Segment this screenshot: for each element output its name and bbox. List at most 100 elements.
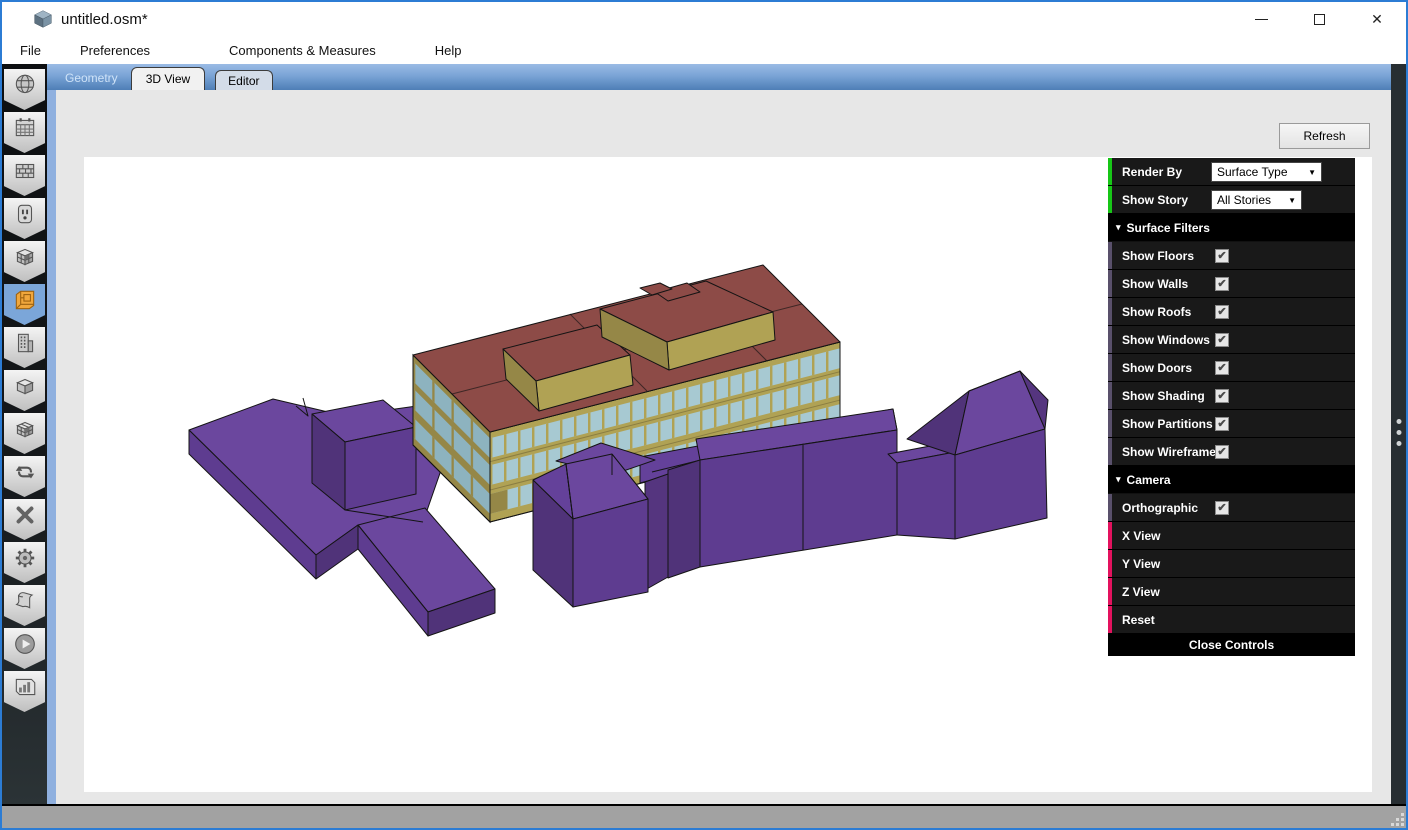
menu-file[interactable]: File (8, 39, 53, 62)
sidebar-tab-site[interactable] (4, 69, 45, 110)
show-story-select[interactable]: All Stories ▼ (1211, 190, 1302, 210)
sidebar-tab-output-variables[interactable] (4, 499, 45, 540)
title-bar: untitled.osm* ✕ (2, 2, 1406, 36)
show-partitions-label: Show Partitions (1122, 417, 1213, 431)
tab-geometry[interactable]: Geometry (55, 71, 128, 90)
x-icon (12, 502, 38, 528)
row-accent-stripe (1108, 410, 1112, 437)
refresh-button[interactable]: Refresh (1279, 123, 1370, 149)
maximize-button[interactable] (1290, 2, 1348, 36)
scroll-icon (12, 588, 38, 614)
row-accent-stripe (1108, 186, 1112, 213)
building-icon (12, 330, 38, 356)
y-view-label: Y View (1122, 557, 1160, 571)
sidebar-tab-hvac-systems[interactable] (4, 456, 45, 497)
row-accent-stripe (1108, 494, 1112, 521)
show-roofs-label: Show Roofs (1122, 305, 1191, 319)
box-icon (12, 373, 38, 399)
row-accent-stripe (1108, 298, 1112, 325)
check-icon: ✔ (1217, 391, 1226, 402)
menu-preferences[interactable]: Preferences (68, 39, 162, 62)
app-window: untitled.osm* ✕ File Preferences Compone… (0, 0, 1408, 830)
check-icon: ✔ (1217, 419, 1226, 430)
orthographic-label: Orthographic (1122, 501, 1198, 515)
minimize-button[interactable] (1232, 2, 1290, 36)
orthographic-checkbox[interactable]: ✔ (1215, 501, 1229, 515)
outlet-icon (12, 201, 38, 227)
row-accent-stripe (1108, 270, 1112, 297)
render-by-label: Render By (1122, 165, 1182, 179)
resize-grip-icon[interactable] (1390, 812, 1404, 826)
globe-icon (12, 72, 38, 98)
check-icon: ✔ (1217, 447, 1226, 458)
sidebar-tab-space-types[interactable] (4, 241, 45, 282)
z-view-button[interactable]: Z View (1108, 578, 1355, 606)
row-accent-stripe (1108, 438, 1112, 465)
sidebar-tab-schedules[interactable] (4, 112, 45, 153)
tab-3d-view[interactable]: 3D View (131, 67, 205, 90)
render-by-row: Render By Surface Type ▼ (1108, 158, 1355, 186)
sidebar-tab-facility[interactable] (4, 327, 45, 368)
content-area: Refresh (56, 90, 1391, 804)
sidebar-tab-constructions[interactable] (4, 155, 45, 196)
show-partitions-row: Show Partitions ✔ (1108, 410, 1355, 438)
sidebar-tab-simulation-settings[interactable] (4, 542, 45, 583)
maximize-icon (1314, 14, 1325, 25)
x-view-button[interactable]: X View (1108, 522, 1355, 550)
show-story-value: All Stories (1217, 193, 1271, 207)
show-windows-checkbox[interactable]: ✔ (1215, 333, 1229, 347)
show-floors-label: Show Floors (1122, 249, 1194, 263)
close-icon: ✕ (1371, 11, 1383, 28)
sidebar-tab-measures[interactable] (4, 585, 45, 626)
surface-filters-title: Surface Filters (1127, 221, 1210, 235)
app-cube-icon (33, 9, 53, 29)
sidebar-tab-thermal-zones[interactable] (4, 413, 45, 454)
show-floors-checkbox[interactable]: ✔ (1215, 249, 1229, 263)
close-button[interactable]: ✕ (1348, 2, 1406, 36)
row-accent-stripe (1108, 550, 1112, 577)
menu-components-measures[interactable]: Components & Measures (217, 39, 388, 62)
show-doors-checkbox[interactable]: ✔ (1215, 361, 1229, 375)
reset-label: Reset (1122, 613, 1155, 627)
menu-help[interactable]: Help (423, 39, 474, 62)
show-shading-label: Show Shading (1122, 389, 1205, 403)
show-roofs-checkbox[interactable]: ✔ (1215, 305, 1229, 319)
show-story-row: Show Story All Stories ▼ (1108, 186, 1355, 214)
show-wireframe-checkbox[interactable]: ✔ (1215, 445, 1229, 459)
show-wireframe-row: Show Wireframe ✔ (1108, 438, 1355, 466)
camera-header[interactable]: ▾ Camera (1108, 466, 1355, 494)
close-controls-button[interactable]: Close Controls (1108, 634, 1355, 656)
right-splitter-strip[interactable] (1391, 64, 1406, 804)
sidebar-tab-geometry[interactable] (4, 284, 45, 325)
check-icon: ✔ (1217, 251, 1226, 262)
loop-arrows-icon (12, 459, 38, 485)
section-collapse-icon: ▾ (1116, 222, 1121, 233)
y-view-button[interactable]: Y View (1108, 550, 1355, 578)
x-view-label: X View (1122, 529, 1160, 543)
show-partitions-checkbox[interactable]: ✔ (1215, 417, 1229, 431)
sidebar-tab-loads[interactable] (4, 198, 45, 239)
render-controls-panel: Render By Surface Type ▼ Show Story (1108, 158, 1355, 656)
minimize-icon (1255, 19, 1268, 20)
show-wireframe-label: Show Wireframe (1122, 445, 1216, 459)
show-windows-row: Show Windows ✔ (1108, 326, 1355, 354)
tab-editor[interactable]: Editor (215, 70, 272, 91)
show-shading-checkbox[interactable]: ✔ (1215, 389, 1229, 403)
check-icon: ✔ (1217, 503, 1226, 514)
show-floors-row: Show Floors ✔ (1108, 242, 1355, 270)
sidebar-tab-run-simulation[interactable] (4, 628, 45, 669)
sidebar-tab-results-summary[interactable] (4, 671, 45, 712)
render-by-select[interactable]: Surface Type ▼ (1211, 162, 1322, 182)
cube-grid-icon (12, 416, 38, 442)
status-bar (2, 806, 1406, 828)
play-icon (12, 631, 38, 657)
3d-viewport[interactable]: Render By Surface Type ▼ Show Story (84, 157, 1372, 792)
render-by-value: Surface Type (1217, 165, 1288, 179)
sidebar-tab-spaces[interactable] (4, 370, 45, 411)
surface-filters-header[interactable]: ▾ Surface Filters (1108, 214, 1355, 242)
show-walls-checkbox[interactable]: ✔ (1215, 277, 1229, 291)
reset-view-button[interactable]: Reset (1108, 606, 1355, 634)
check-icon: ✔ (1217, 307, 1226, 318)
rubik-cube-icon (12, 244, 38, 270)
splitter-handle-icon[interactable] (1396, 419, 1401, 446)
